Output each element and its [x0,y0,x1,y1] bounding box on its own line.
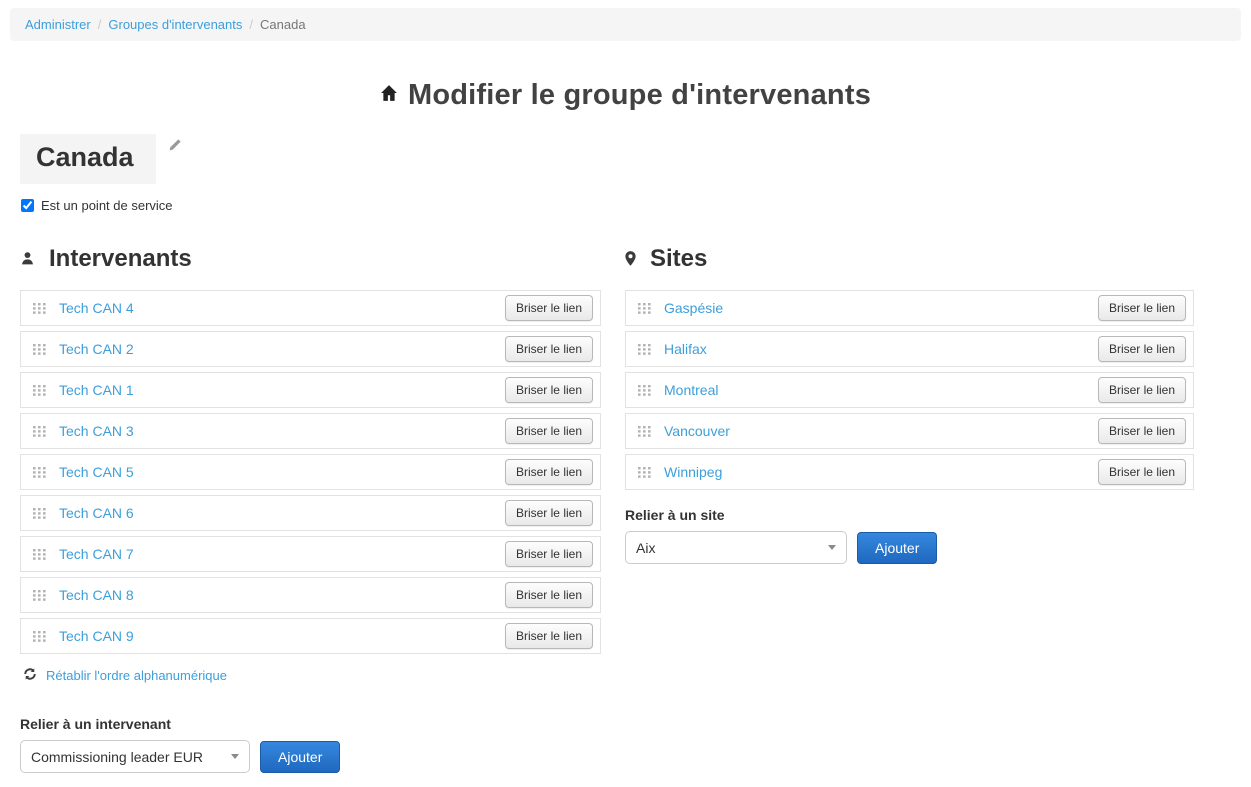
site-row: Gaspésie Briser le lien [625,290,1194,326]
intervenant-row: Tech CAN 2 Briser le lien [20,331,601,367]
intervenants-section: Intervenants Tech CAN 4 Briser le lien T… [20,245,601,773]
drag-handle-icon[interactable] [638,467,651,478]
intervenant-link[interactable]: Tech CAN 4 [59,300,134,316]
intervenant-row: Tech CAN 5 Briser le lien [20,454,601,490]
drag-handle-icon[interactable] [638,385,651,396]
unlink-button[interactable]: Briser le lien [505,500,593,526]
site-link[interactable]: Vancouver [664,423,730,439]
unlink-button[interactable]: Briser le lien [1098,459,1186,485]
drag-handle-icon[interactable] [33,590,46,601]
drag-handle-icon[interactable] [33,549,46,560]
intervenant-link[interactable]: Tech CAN 6 [59,505,134,521]
site-link[interactable]: Winnipeg [664,464,722,480]
site-link[interactable]: Halifax [664,341,707,357]
unlink-button[interactable]: Briser le lien [505,582,593,608]
unlink-button[interactable]: Briser le lien [1098,295,1186,321]
intervenant-row: Tech CAN 9 Briser le lien [20,618,601,654]
sites-heading: Sites [625,245,1194,273]
site-row: Winnipeg Briser le lien [625,454,1194,490]
page-title: Modifier le groupe d'intervenants [0,79,1251,112]
unlink-button[interactable]: Briser le lien [505,459,593,485]
map-pin-icon [625,245,636,273]
intervenant-row: Tech CAN 1 Briser le lien [20,372,601,408]
relier-intervenant-block: Relier à un intervenant Commissioning le… [20,716,601,773]
breadcrumb-groupes[interactable]: Groupes d'intervenants [108,17,242,32]
service-point-label: Est un point de service [41,198,173,213]
service-point-row: Est un point de service [21,198,1251,213]
intervenant-link[interactable]: Tech CAN 7 [59,546,134,562]
intervenant-link[interactable]: Tech CAN 8 [59,587,134,603]
site-row: Montreal Briser le lien [625,372,1194,408]
relier-intervenant-label: Relier à un intervenant [20,716,601,732]
intervenant-link[interactable]: Tech CAN 5 [59,464,134,480]
breadcrumb-administrer[interactable]: Administrer [25,17,91,32]
drag-handle-icon[interactable] [33,385,46,396]
home-icon [380,77,398,109]
intervenant-link[interactable]: Tech CAN 2 [59,341,134,357]
drag-handle-icon[interactable] [638,426,651,437]
sites-section: Sites Gaspésie Briser le lien Halifax [625,245,1194,773]
breadcrumb-separator: / [249,17,253,32]
unlink-button[interactable]: Briser le lien [505,295,593,321]
reset-order-row: Rétablir l'ordre alphanumérique [23,667,601,684]
drag-handle-icon[interactable] [33,426,46,437]
add-intervenant-button[interactable]: Ajouter [260,741,340,773]
drag-handle-icon[interactable] [638,344,651,355]
site-link[interactable]: Gaspésie [664,300,723,316]
drag-handle-icon[interactable] [33,467,46,478]
group-name: Canada [20,134,156,184]
edit-pencil-icon[interactable] [168,138,182,157]
intervenants-list: Tech CAN 4 Briser le lien Tech CAN 2 Bri… [20,290,601,654]
intervenant-row: Tech CAN 3 Briser le lien [20,413,601,449]
drag-handle-icon[interactable] [638,303,651,314]
unlink-button[interactable]: Briser le lien [1098,377,1186,403]
intervenant-link[interactable]: Tech CAN 3 [59,423,134,439]
intervenant-row: Tech CAN 6 Briser le lien [20,495,601,531]
site-row: Vancouver Briser le lien [625,413,1194,449]
person-icon [20,245,35,273]
add-site-button[interactable]: Ajouter [857,532,937,564]
site-row: Halifax Briser le lien [625,331,1194,367]
intervenants-heading-text: Intervenants [49,245,192,273]
unlink-button[interactable]: Briser le lien [505,541,593,567]
unlink-button[interactable]: Briser le lien [1098,336,1186,362]
unlink-button[interactable]: Briser le lien [505,623,593,649]
drag-handle-icon[interactable] [33,508,46,519]
sites-list: Gaspésie Briser le lien Halifax Briser l… [625,290,1194,490]
relier-site-label: Relier à un site [625,507,1194,523]
drag-handle-icon[interactable] [33,344,46,355]
breadcrumb-current: Canada [260,17,306,32]
drag-handle-icon[interactable] [33,631,46,642]
relier-site-block: Relier à un site Aix Ajouter [625,507,1194,564]
intervenant-row: Tech CAN 7 Briser le lien [20,536,601,572]
intervenant-link[interactable]: Tech CAN 9 [59,628,134,644]
intervenant-row: Tech CAN 4 Briser le lien [20,290,601,326]
intervenant-link[interactable]: Tech CAN 1 [59,382,134,398]
unlink-button[interactable]: Briser le lien [1098,418,1186,444]
unlink-button[interactable]: Briser le lien [505,336,593,362]
service-point-checkbox[interactable] [21,199,34,212]
unlink-button[interactable]: Briser le lien [505,377,593,403]
intervenant-row: Tech CAN 8 Briser le lien [20,577,601,613]
site-select[interactable]: Aix [625,531,847,564]
page-title-text: Modifier le groupe d'intervenants [408,79,871,111]
refresh-icon [23,667,37,684]
site-link[interactable]: Montreal [664,382,718,398]
unlink-button[interactable]: Briser le lien [505,418,593,444]
sites-heading-text: Sites [650,245,707,273]
drag-handle-icon[interactable] [33,303,46,314]
intervenants-heading: Intervenants [20,245,601,273]
group-name-row: Canada [20,134,1251,184]
breadcrumb-separator: / [98,17,102,32]
breadcrumb: Administrer / Groupes d'intervenants / Canad… [10,8,1241,41]
reset-order-link[interactable]: Rétablir l'ordre alphanumérique [46,668,227,683]
intervenant-select[interactable]: Commissioning leader EUR [20,740,250,773]
